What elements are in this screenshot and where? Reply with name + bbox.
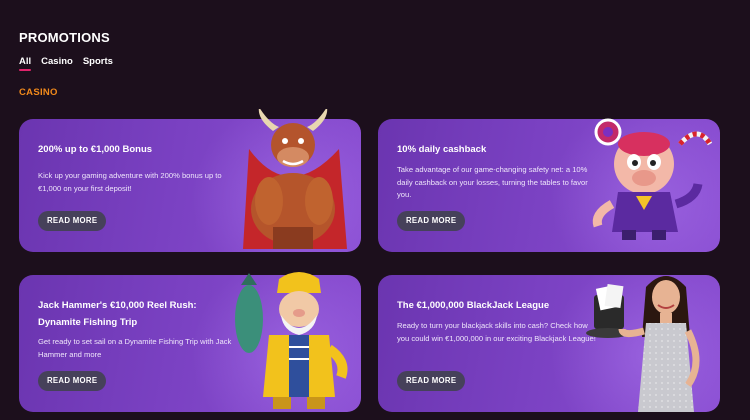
card-description: Kick up your gaming adventure with 200% …	[38, 171, 222, 193]
pig-mascot-icon	[592, 118, 713, 240]
fisherman-mascot-icon	[235, 272, 348, 409]
bull-mascot-icon	[243, 109, 347, 249]
card-title: The €1,000,000 BlackJack League	[397, 300, 550, 311]
section-label-casino: CASINO	[19, 87, 58, 98]
card-description: Get ready to set sail on a Dynamite Fish…	[38, 337, 232, 359]
card-title: 200% up to €1,000 Bonus	[38, 144, 153, 155]
promo-card-bonus: 200% up to €1,000 Bonus Kick up your gam…	[19, 109, 361, 252]
promo-card-blackjack-league: The €1,000,000 BlackJack League Ready to…	[378, 275, 720, 412]
promo-card-reel-rush: Jack Hammer's €10,000 Reel Rush: Dynamit…	[19, 272, 361, 412]
card-description: Take advantage of our game-changing safe…	[397, 165, 588, 199]
tab-all[interactable]: All	[19, 56, 32, 71]
page-title: PROMOTIONS	[19, 30, 110, 45]
read-more-button[interactable]: READ MORE	[397, 211, 466, 231]
dealer-woman-icon	[586, 276, 700, 412]
read-more-button[interactable]: READ MORE	[38, 371, 107, 391]
promo-tabs: All Casino Sports	[19, 56, 113, 71]
tab-casino[interactable]: Casino	[41, 56, 73, 71]
tab-sports[interactable]: Sports	[83, 56, 113, 71]
card-title: Jack Hammer's €10,000 Reel Rush: Dynamit…	[38, 300, 197, 328]
card-description: Ready to turn your blackjack skills into…	[397, 321, 596, 343]
card-title: 10% daily cashback	[397, 144, 487, 155]
read-more-button[interactable]: READ MORE	[38, 211, 107, 231]
promo-card-cashback: 10% daily cashback Take advantage of our…	[378, 118, 720, 252]
read-more-button[interactable]: READ MORE	[397, 371, 466, 391]
